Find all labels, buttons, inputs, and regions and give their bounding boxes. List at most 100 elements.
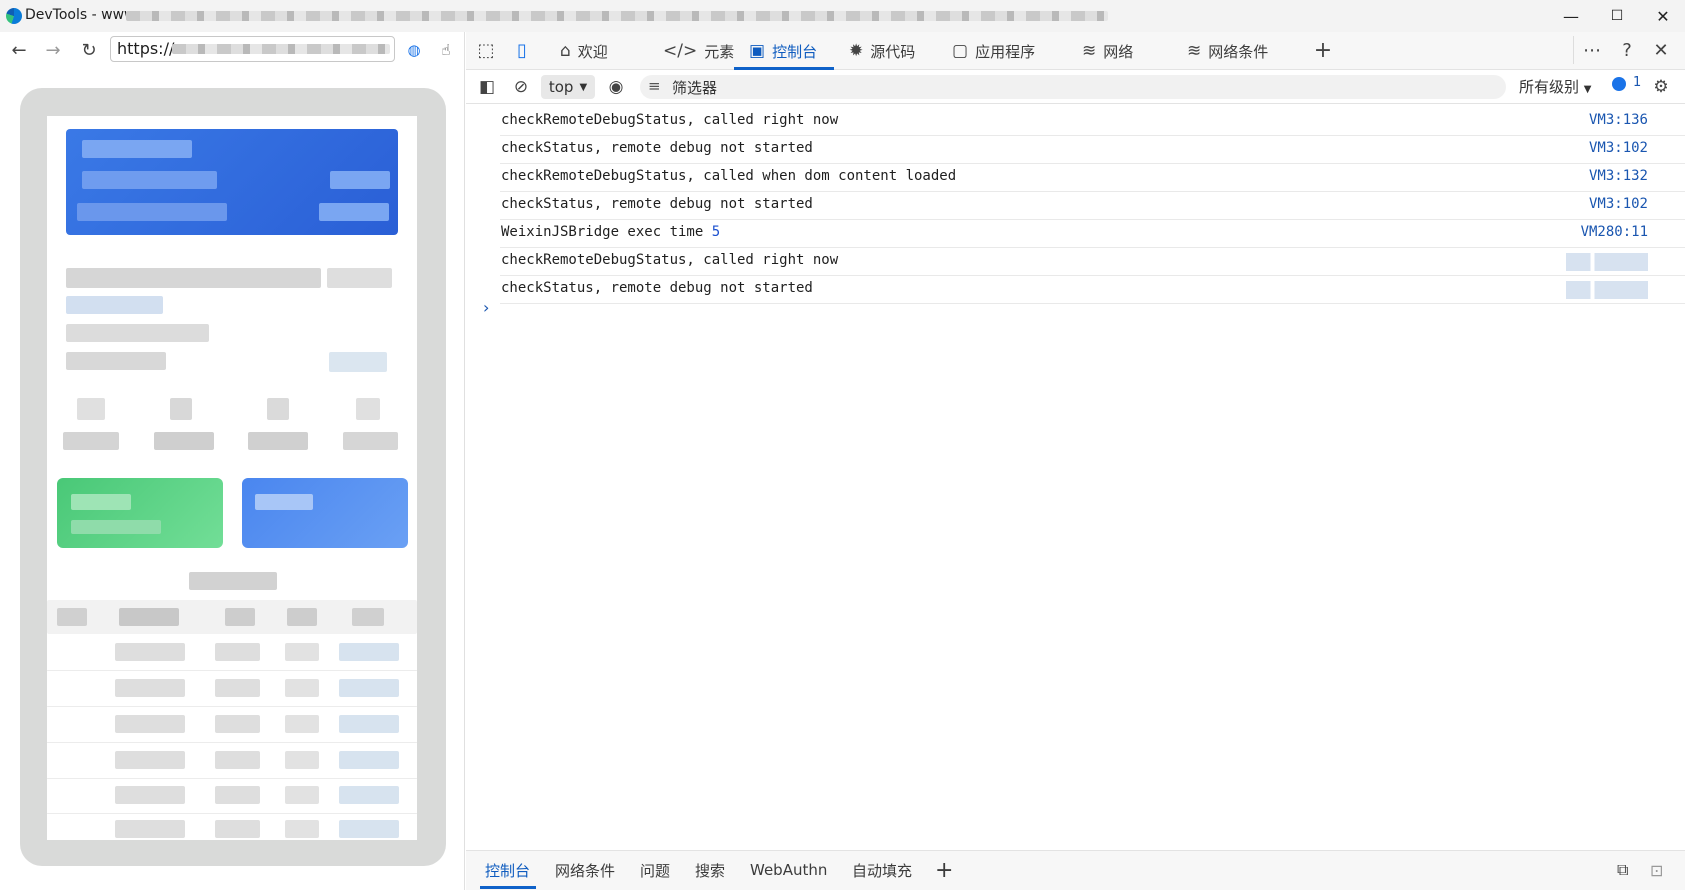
redacted-text: [71, 520, 161, 534]
tab-label: 元素: [704, 42, 735, 61]
live-expression-eye-icon[interactable]: ◉: [603, 74, 629, 100]
clear-console-icon[interactable]: ⊘: [508, 74, 534, 100]
drawer-tab-autofill[interactable]: 自动填充: [852, 850, 912, 890]
tab-label: 网络条件: [1208, 42, 1269, 61]
redacted-block: [330, 171, 390, 189]
tab-application[interactable]: ▢ 应用程序: [952, 32, 1035, 70]
table-cell: [339, 643, 399, 661]
section-title: [189, 572, 277, 590]
reload-icon[interactable]: ↻: [75, 37, 103, 63]
menu-icon[interactable]: [267, 398, 289, 420]
redacted-title-area: [126, 11, 1108, 21]
filter-input[interactable]: [640, 75, 1506, 99]
minimize-button[interactable]: —: [1548, 0, 1594, 32]
source-link[interactable]: VM3:102: [1589, 140, 1648, 156]
console-prompt-chevron-icon[interactable]: ›: [483, 298, 489, 317]
tab-sources[interactable]: ✹ 源代码: [849, 32, 915, 70]
add-tab-icon[interactable]: +: [1309, 36, 1337, 64]
dock-drawer-icon[interactable]: ⧉: [1617, 850, 1628, 890]
menu-icon[interactable]: [356, 398, 380, 420]
drawer-tab-search[interactable]: 搜索: [695, 850, 725, 890]
table-cell: [285, 715, 319, 733]
back-arrow-icon[interactable]: ←: [5, 37, 33, 63]
drawer-tab-console[interactable]: 控制台: [485, 850, 530, 890]
context-select[interactable]: top ▼: [541, 75, 595, 99]
table-cell: [285, 679, 319, 697]
messages-icon[interactable]: [1612, 77, 1626, 91]
menu-label: [154, 432, 214, 450]
redacted-text: [66, 268, 321, 288]
inspect-element-icon[interactable]: ⬚: [472, 36, 500, 64]
tab-label: 控制台: [772, 42, 818, 61]
code-icon: </>: [663, 41, 698, 61]
home-icon: ⌂: [560, 41, 571, 61]
redacted-url: [172, 44, 390, 54]
row-divider: [47, 742, 417, 743]
tab-label: 欢迎: [577, 42, 608, 61]
row-divider: [47, 706, 417, 707]
forward-arrow-icon[interactable]: →: [39, 37, 67, 63]
touch-icon[interactable]: ☝: [432, 37, 460, 63]
table-cell: [215, 679, 260, 697]
device-emulation-icon[interactable]: ▯: [508, 36, 536, 64]
add-drawer-tab-icon[interactable]: +: [935, 850, 953, 890]
console-settings-gear-icon[interactable]: ⚙: [1648, 74, 1674, 100]
drawer-tab-network-conditions[interactable]: 网络条件: [555, 850, 615, 890]
console-message-text: checkRemoteDebugStatus, called when dom …: [501, 168, 957, 184]
close-button[interactable]: ✕: [1640, 0, 1685, 32]
console-message-text: checkStatus, remote debug not started: [501, 280, 813, 296]
source-link[interactable]: VM3:102: [1589, 196, 1648, 212]
drawer-tab-webauthn[interactable]: WebAuthn: [750, 850, 827, 890]
source-link[interactable]: VM3:132: [1589, 168, 1648, 184]
source-link[interactable]: VM280:11: [1581, 224, 1648, 240]
menu-icon[interactable]: [77, 398, 105, 420]
collapse-drawer-icon[interactable]: ⊡: [1650, 850, 1663, 890]
table-header-cell: [352, 608, 384, 626]
menu-label: [248, 432, 308, 450]
row-divider: [47, 813, 417, 814]
table-cell: [285, 820, 319, 838]
menu-label: [63, 432, 119, 450]
table-cell: [339, 679, 399, 697]
redacted-source-link[interactable]: [1566, 281, 1648, 299]
more-options-icon[interactable]: ⋯: [1578, 36, 1606, 64]
log-levels-dropdown[interactable]: 所有级别 ▼: [1519, 76, 1592, 97]
redacted-block: [319, 203, 389, 221]
context-value: top: [548, 78, 574, 96]
console-message-text: checkStatus, remote debug not started: [501, 196, 813, 212]
tab-elements[interactable]: </> 元素: [663, 32, 734, 70]
help-icon[interactable]: ?: [1613, 36, 1641, 64]
console-message: checkRemoteDebugStatus, called when dom …: [500, 164, 1685, 192]
green-card[interactable]: [57, 478, 223, 548]
chevron-down-icon: ▼: [1583, 84, 1592, 95]
table-header-cell: [119, 608, 179, 626]
table-cell: [215, 643, 260, 661]
menu-label: [343, 432, 398, 450]
tab-network[interactable]: ≋ 网络: [1082, 32, 1133, 70]
tab-console[interactable]: ▣ 控制台: [749, 32, 817, 70]
maximize-button[interactable]: ☐: [1594, 0, 1640, 32]
close-devtools-icon[interactable]: ✕: [1647, 36, 1675, 64]
drawer-tab-issues[interactable]: 问题: [640, 850, 670, 890]
redacted-block: [82, 171, 217, 189]
tab-label: 应用程序: [975, 42, 1036, 61]
mouse-icon[interactable]: ◍: [400, 37, 428, 63]
filter-icon: ≡: [648, 77, 661, 95]
source-link[interactable]: VM3:136: [1589, 112, 1648, 128]
table-cell: [115, 751, 185, 769]
redacted-source-link[interactable]: [1566, 253, 1648, 271]
drawer-active-indicator: [480, 886, 536, 889]
table-header-cell: [57, 608, 87, 626]
redacted-text: [66, 324, 209, 342]
menu-icon[interactable]: [170, 398, 192, 420]
console-message: checkStatus, remote debug not started VM…: [500, 136, 1685, 164]
tab-welcome[interactable]: ⌂ 欢迎: [560, 32, 608, 70]
table-cell: [285, 786, 319, 804]
tab-network-conditions[interactable]: ≋ 网络条件: [1187, 32, 1268, 70]
sidebar-toggle-icon[interactable]: ◧: [474, 74, 500, 100]
console-log: checkRemoteDebugStatus, called right now…: [466, 108, 1685, 304]
blue-card[interactable]: [242, 478, 408, 548]
console-message-text: checkRemoteDebugStatus, called right now: [501, 112, 839, 128]
table-header-cell: [287, 608, 317, 626]
table-cell: [115, 820, 185, 838]
